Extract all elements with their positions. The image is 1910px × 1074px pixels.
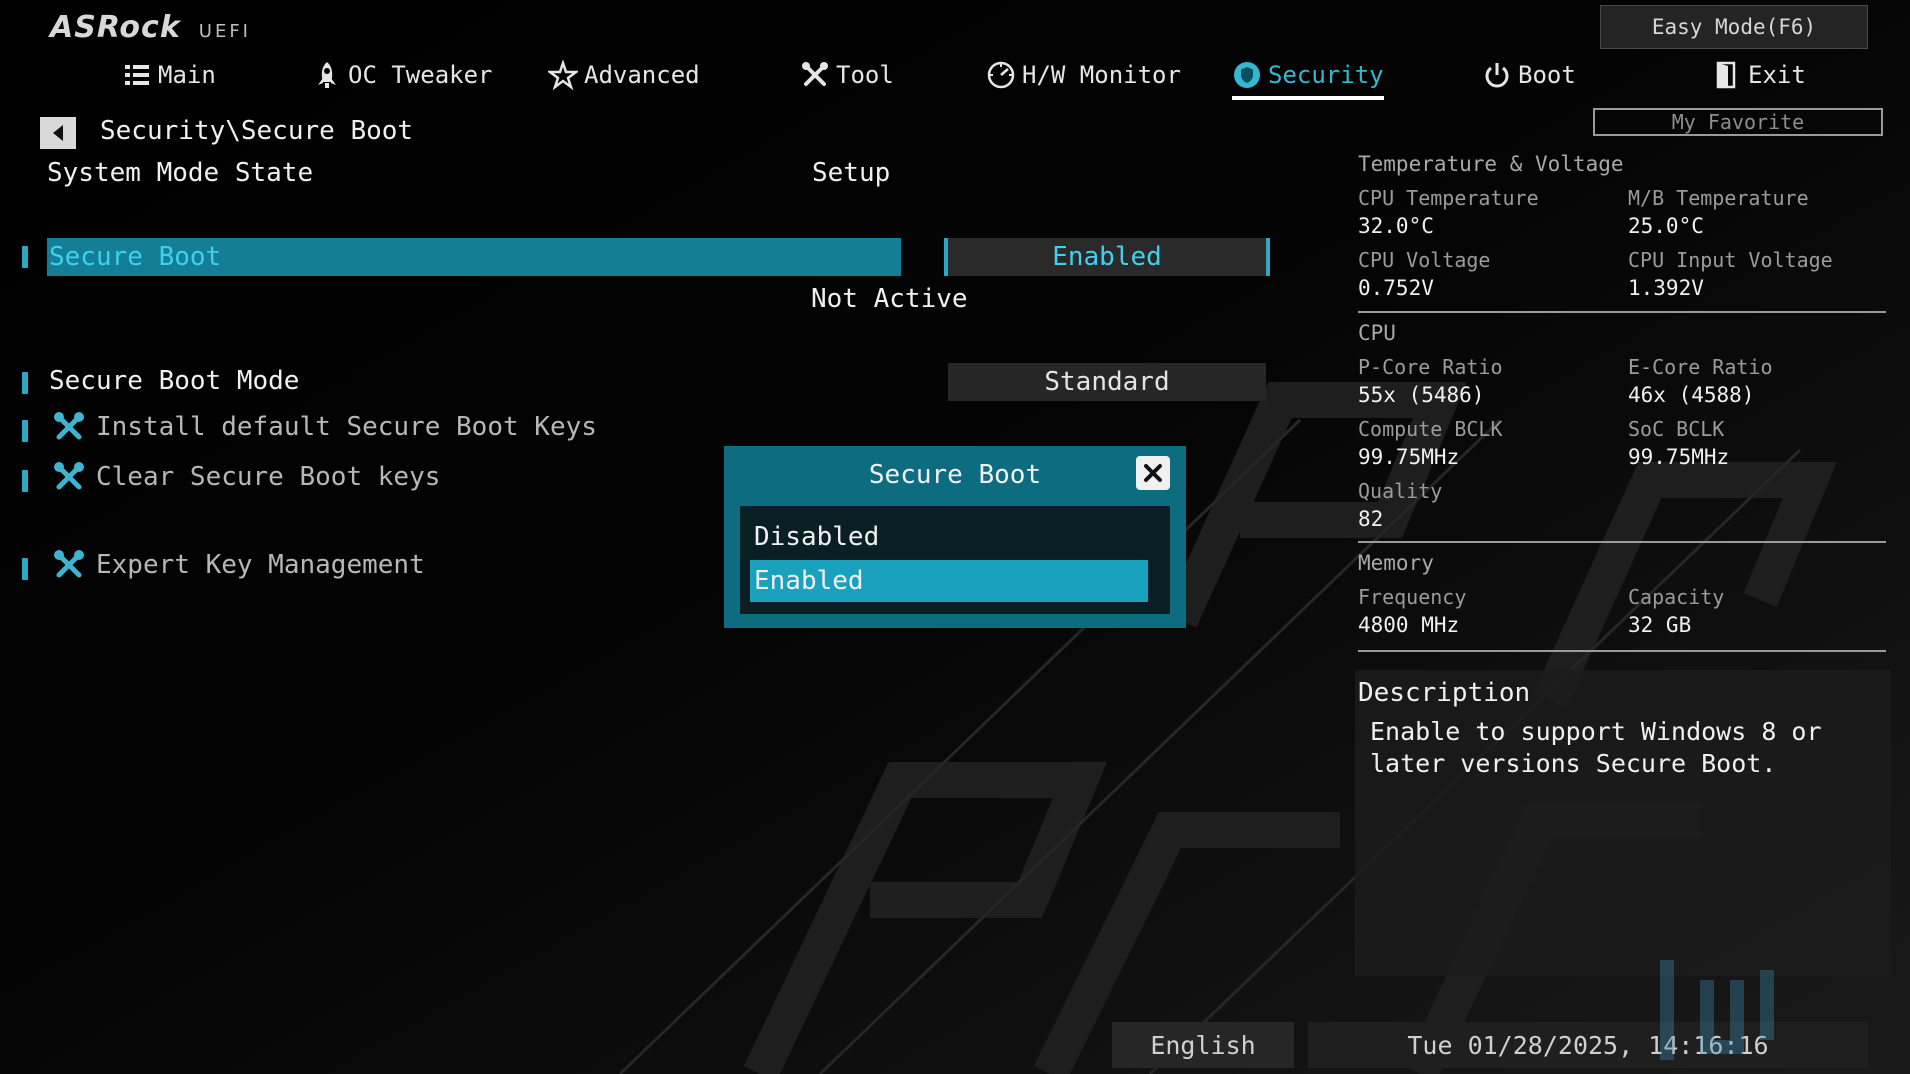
memory-section-title: Memory (1358, 551, 1434, 575)
pcore-ratio-label: P-Core Ratio (1358, 355, 1503, 379)
row-indicator (22, 420, 28, 442)
expert-key-management-item[interactable]: Expert Key Management (52, 548, 425, 582)
clear-keys-item[interactable]: Clear Secure Boot keys (52, 460, 440, 494)
mb-temp-value: 25.0°C (1628, 214, 1704, 238)
divider (1358, 541, 1886, 543)
tools-icon (802, 62, 828, 86)
tab-label: Main (158, 61, 216, 89)
memory-capacity-label: Capacity (1628, 585, 1725, 609)
cpu-section-title: CPU (1358, 321, 1396, 345)
clear-keys-label: Clear Secure Boot keys (96, 462, 441, 492)
logo-uefi: UEFI (198, 21, 251, 42)
popup-close-button[interactable] (1136, 456, 1170, 490)
soc-bclk-value: 99.75MHz (1628, 445, 1730, 469)
cpu-voltage-label: CPU Voltage (1358, 248, 1491, 272)
watermark-logo (1640, 950, 1910, 1070)
install-default-keys-label: Install default Secure Boot Keys (96, 412, 597, 442)
secure-boot-value-button[interactable]: Enabled (944, 238, 1270, 276)
mb-temp-label: M/B Temperature (1628, 186, 1809, 210)
tab-label: Advanced (584, 61, 700, 89)
tab-boot[interactable]: Boot (1482, 54, 1576, 96)
secure-boot-label: Secure Boot (49, 242, 222, 272)
tab-exit[interactable]: Exit (1712, 54, 1806, 96)
row-indicator (22, 558, 28, 580)
secure-boot-status: Not Active (811, 284, 968, 314)
my-favorite-button[interactable]: My Favorite (1593, 108, 1883, 136)
close-icon (1144, 464, 1162, 482)
rocket-icon (318, 62, 336, 88)
row-indicator (22, 470, 28, 492)
popup-option-list: Disabled Enabled (740, 506, 1170, 614)
secure-boot-popup: Secure Boot Disabled Enabled (724, 446, 1186, 628)
tools-icon (54, 412, 84, 440)
active-tab-underline (1232, 96, 1384, 100)
secure-boot-row[interactable]: Secure Boot (47, 238, 901, 276)
breadcrumb: Security\Secure Boot (100, 116, 414, 146)
back-arrow-icon (53, 125, 63, 141)
exit-icon (1716, 61, 1736, 89)
tools-icon (54, 462, 84, 490)
divider (1358, 650, 1886, 652)
compute-bclk-label: Compute BCLK (1358, 417, 1503, 441)
popup-option-disabled[interactable]: Disabled (750, 516, 1148, 558)
description-title: Description (1358, 678, 1531, 708)
row-indicator (22, 372, 28, 394)
tools-icon (54, 550, 84, 578)
tab-label: Security (1268, 61, 1384, 89)
popup-title: Secure Boot (868, 460, 1042, 490)
cpu-voltage-value: 0.752V (1358, 276, 1434, 300)
language-button[interactable]: English (1112, 1022, 1294, 1068)
shield-icon (1234, 62, 1260, 88)
description-text: Enable to support Windows 8 or later ver… (1370, 717, 1822, 778)
brand-logo: ASRock UEFI (50, 10, 251, 50)
cpu-temp-value: 32.0°C (1358, 214, 1434, 238)
quality-label: Quality (1358, 479, 1443, 503)
memory-frequency-label: Frequency (1358, 585, 1467, 609)
quality-value: 82 (1358, 507, 1384, 531)
back-button[interactable] (40, 117, 76, 149)
secure-boot-mode-label[interactable]: Secure Boot Mode (49, 366, 299, 396)
pcore-ratio-value: 55x (5486) (1358, 383, 1485, 407)
cpu-temp-label: CPU Temperature (1358, 186, 1539, 210)
tab-main[interactable]: Main (122, 54, 216, 96)
tab-oc-tweaker[interactable]: OC Tweaker (312, 54, 493, 96)
tab-advanced[interactable]: Advanced (548, 54, 700, 96)
easy-mode-button[interactable]: Easy Mode(F6) (1600, 5, 1868, 49)
row-indicator (22, 246, 28, 268)
cpu-input-voltage-label: CPU Input Voltage (1628, 248, 1833, 272)
system-mode-value: Setup (812, 158, 891, 188)
divider (1358, 311, 1886, 313)
tab-label: Exit (1748, 61, 1806, 89)
expert-key-management-label: Expert Key Management (96, 550, 425, 580)
compute-bclk-value: 99.75MHz (1358, 445, 1460, 469)
star-icon (548, 60, 578, 90)
tab-security[interactable]: Security (1232, 54, 1384, 100)
tab-label: OC Tweaker (348, 61, 493, 89)
memory-capacity-value: 32 GB (1628, 613, 1692, 637)
tab-label: Tool (836, 61, 894, 89)
power-icon (1485, 63, 1509, 88)
tab-label: H/W Monitor (1022, 61, 1181, 89)
tab-hw-monitor[interactable]: H/W Monitor (986, 54, 1181, 96)
tab-tool[interactable]: Tool (800, 54, 894, 96)
secure-boot-mode-value-button[interactable]: Standard (948, 363, 1266, 401)
temp-voltage-section-title: Temperature & Voltage (1358, 152, 1624, 176)
soc-bclk-label: SoC BCLK (1628, 417, 1725, 441)
gauge-icon (987, 61, 1015, 89)
system-mode-label: System Mode State (47, 158, 314, 188)
ecore-ratio-label: E-Core Ratio (1628, 355, 1773, 379)
tab-label: Boot (1518, 61, 1576, 89)
cpu-input-voltage-value: 1.392V (1628, 276, 1704, 300)
logo-brand: ASRock (50, 10, 181, 45)
install-default-keys-item[interactable]: Install default Secure Boot Keys (52, 410, 597, 444)
memory-frequency-value: 4800 MHz (1358, 613, 1460, 637)
ecore-ratio-value: 46x (4588) (1628, 383, 1755, 407)
popup-option-enabled[interactable]: Enabled (750, 560, 1148, 602)
list-icon (125, 65, 149, 85)
